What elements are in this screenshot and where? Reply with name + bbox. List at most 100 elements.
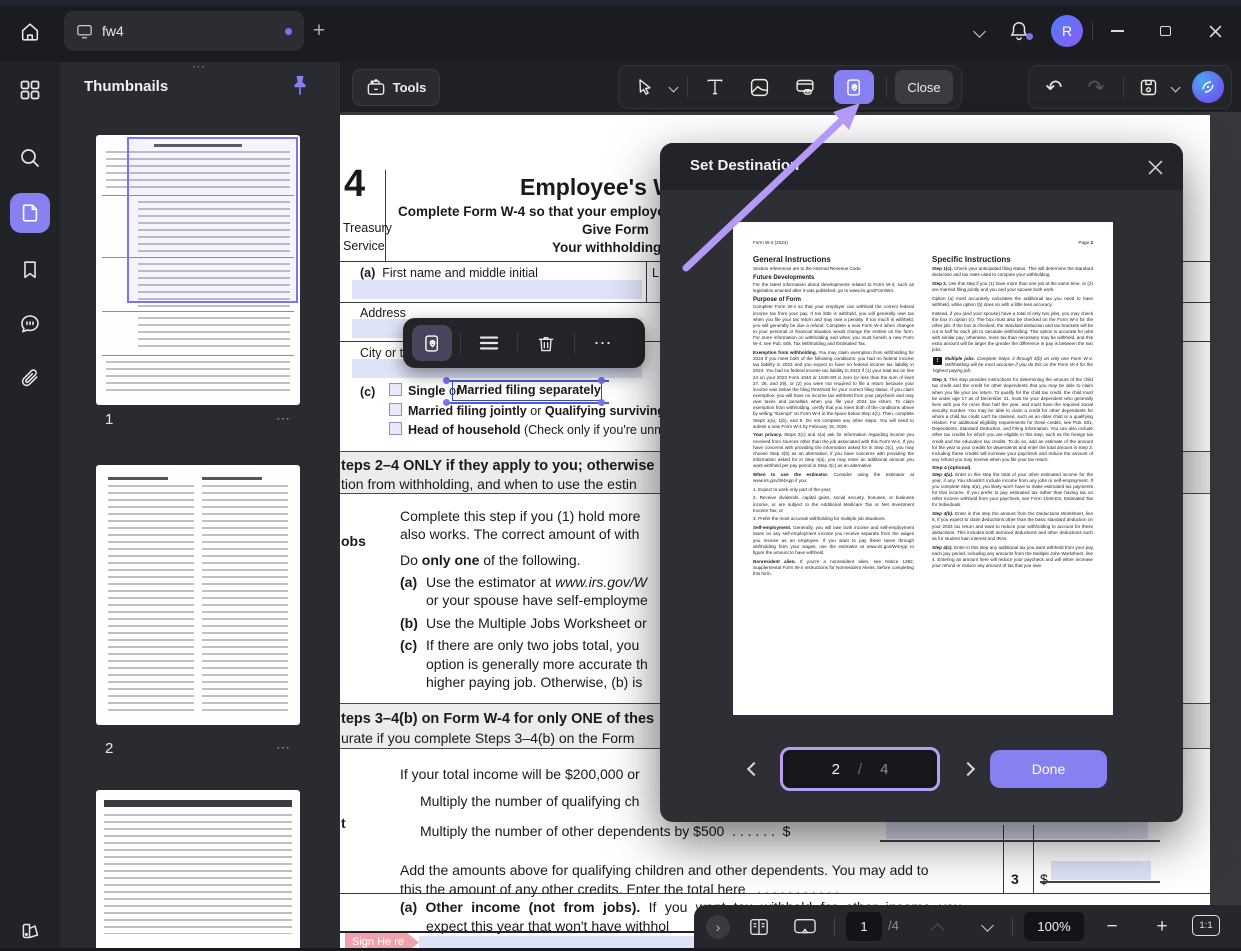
filing-status-line-3: Head of household (Check only if you're … [408, 423, 690, 437]
destination-page-input[interactable]: 2 / 4 [780, 747, 940, 791]
window-close-button[interactable] [1189, 25, 1241, 38]
panel-drag-handle[interactable]: ⋯ [60, 62, 340, 72]
band1-line1: teps 2–4 ONLY if they apply to you; othe… [341, 458, 654, 474]
viewport-selection-rect[interactable] [127, 137, 298, 303]
single-checkbox[interactable] [389, 383, 402, 396]
chevron-up-icon [931, 923, 944, 936]
text-tool-button[interactable] [694, 77, 736, 97]
ctx-list-button[interactable] [469, 334, 509, 352]
select-tool-button[interactable] [625, 77, 665, 97]
sidebar-item-attachments[interactable] [0, 358, 60, 398]
ai-sparkle-icon [1198, 77, 1218, 97]
window-menu-chevron[interactable] [962, 27, 996, 36]
next-page-button[interactable] [972, 915, 1002, 939]
item-c-line1: If there are only two jobs total, you [426, 637, 639, 653]
destination-preview-page[interactable]: Form W-4 (2024) Page 2 General Instructi… [733, 222, 1113, 715]
current-page-value[interactable]: 2 [832, 761, 840, 778]
selection-handle[interactable] [443, 399, 450, 406]
done-button[interactable]: Done [990, 750, 1107, 788]
page-input-inner[interactable]: 2 / 4 [786, 753, 934, 785]
undo-button[interactable]: ↶ [1033, 75, 1075, 100]
dependents-amount-field[interactable] [886, 821, 1148, 839]
sidebar-item-comments[interactable] [0, 304, 60, 344]
collapse-bar-button[interactable]: › [706, 915, 730, 939]
cursor-icon [635, 77, 655, 97]
thumbnail-page-2[interactable] [96, 465, 300, 725]
previous-page-button[interactable] [922, 915, 952, 939]
preview-lead: Step 1(c). [932, 266, 954, 271]
save-options-chevron[interactable] [1166, 84, 1184, 91]
preview-paragraph: !Multiple jobs. Complete Steps 3 through… [932, 356, 1093, 374]
bottom-status-bar: › 1 /4 100% − + 1:1 [694, 905, 1241, 948]
selection-handle[interactable] [598, 377, 605, 384]
form-rule [1003, 825, 1004, 893]
line-3-dollar: $ [1040, 871, 1048, 887]
notifications-button[interactable] [996, 19, 1042, 43]
sidebar-item-bookmarks[interactable] [0, 250, 60, 290]
set-destination-tool-button[interactable] [834, 70, 874, 104]
selection-handle[interactable] [598, 399, 605, 406]
preview-page-indicator: Page 2 [1078, 240, 1093, 245]
thumbnail-more-button[interactable]: ⋯ [276, 739, 292, 756]
previous-page-button[interactable] [742, 757, 766, 781]
link-annotation-box[interactable]: Married filing separately [452, 380, 602, 401]
pin-panel-button[interactable] [288, 74, 312, 100]
sidebar-item-apps[interactable] [0, 70, 60, 110]
page-number-input[interactable]: 1 [846, 912, 882, 941]
married-jointly-checkbox[interactable] [389, 403, 402, 416]
new-tab-button[interactable]: + [306, 18, 332, 44]
close-icon [1148, 160, 1163, 175]
sidebar-item-search[interactable] [0, 138, 60, 178]
page-layout-button[interactable] [744, 914, 774, 940]
preview-lead: Step 4(a). [932, 472, 955, 477]
select-tool-chevron[interactable] [665, 84, 681, 91]
save-icon [1138, 77, 1159, 98]
head-household-checkbox[interactable] [389, 422, 402, 435]
dept-fragment-2: Service [343, 239, 385, 253]
other-income-bold: (a) Other income (not from jobs). [400, 899, 640, 915]
list-icon [478, 334, 500, 352]
item-a-line2: or your spouse have self-employme [426, 592, 648, 608]
image-tool-button[interactable] [736, 77, 782, 98]
document-tab[interactable]: fw4 [64, 11, 304, 51]
tab-title: fw4 [102, 23, 285, 39]
preview-paragraph: Option (a) most accurately calculates th… [932, 296, 1093, 308]
field-underline [1040, 881, 1160, 883]
presentation-mode-button[interactable] [788, 914, 822, 940]
first-name-field[interactable] [352, 280, 642, 299]
zoom-level-input[interactable]: 100% [1024, 912, 1084, 941]
sidebar-item-thumbnails[interactable] [10, 193, 50, 233]
account-button[interactable]: R [1042, 15, 1092, 47]
next-page-button[interactable] [956, 757, 980, 781]
multiply-2-text: Multiply the number of other dependents … [420, 823, 724, 839]
thumbnail-more-button[interactable]: ⋯ [276, 410, 292, 427]
line-3-amount-field[interactable] [1051, 861, 1151, 880]
dialog-close-button[interactable] [1144, 156, 1166, 178]
theme-swatch-button[interactable] [0, 911, 60, 951]
thumbnail-page-3[interactable] [96, 790, 300, 948]
ctx-more-button[interactable]: ⋯ [583, 333, 623, 354]
chevron-down-icon [1170, 82, 1180, 92]
ctx-delete-button[interactable] [526, 333, 566, 354]
zoom-in-button[interactable]: + [1148, 914, 1176, 940]
ctx-set-destination-button[interactable] [412, 325, 452, 361]
home-button[interactable] [12, 14, 48, 50]
thumbnail-page-1[interactable] [96, 135, 300, 405]
window-minimize-button[interactable] [1093, 30, 1141, 32]
zoom-out-button[interactable]: − [1098, 914, 1126, 940]
preview-paragraph: Self-employment. Generally, you will owe… [753, 525, 914, 556]
close-tool-button[interactable]: Close [895, 70, 953, 104]
tools-button[interactable]: Tools [352, 69, 440, 106]
form-link-tool-button[interactable] [782, 77, 828, 98]
ai-assistant-button[interactable] [1192, 71, 1224, 103]
selection-handle[interactable] [443, 377, 450, 384]
redo-button[interactable]: ↷ [1075, 75, 1117, 100]
window-maximize-button[interactable] [1141, 26, 1189, 36]
actual-size-button[interactable]: 1:1 [1192, 915, 1220, 936]
preview-paragraph: Complete Form W-4 so that your employer … [753, 304, 914, 347]
save-button[interactable] [1130, 77, 1166, 98]
monitor-icon [76, 24, 93, 39]
image-icon [749, 77, 770, 98]
sign-here-tag[interactable]: Sign He re [345, 933, 419, 948]
mini-separator [102, 311, 294, 312]
